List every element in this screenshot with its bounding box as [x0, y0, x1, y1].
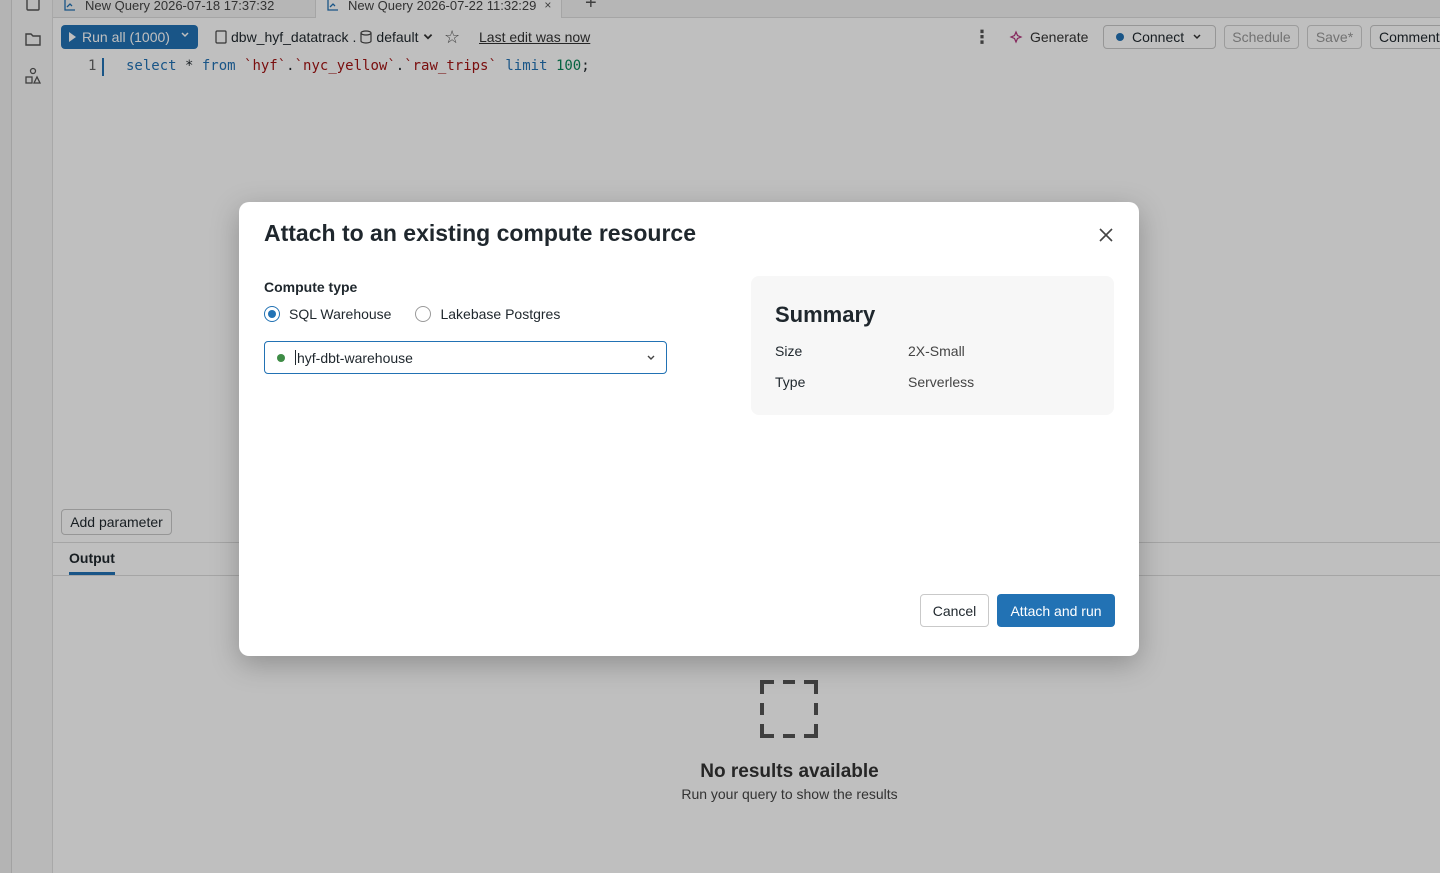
warehouse-select[interactable]: hyf-dbt-warehouse	[264, 341, 667, 374]
summary-type-label: Type	[775, 374, 806, 390]
status-dot	[277, 353, 285, 362]
summary-size-label: Size	[775, 343, 803, 359]
radio-sql-warehouse[interactable]: SQL Warehouse	[264, 306, 391, 322]
summary-size-value: 2X-Small	[908, 343, 965, 359]
radio-button[interactable]	[415, 306, 432, 322]
summary-title: Summary	[775, 302, 876, 327]
close-icon[interactable]	[1097, 226, 1115, 244]
attach-compute-dialog: Attach to an existing compute resource C…	[239, 202, 1139, 656]
text-cursor	[295, 350, 296, 365]
summary-type-value: Serverless	[908, 374, 975, 390]
dialog-title: Attach to an existing compute resource	[264, 220, 696, 246]
attach-and-run-button[interactable]: Attach and run	[997, 594, 1115, 627]
cancel-button[interactable]: Cancel	[920, 594, 989, 627]
summary-panel: Summary Size 2X-Small Type Serverless	[751, 276, 1114, 415]
compute-type-label: Compute type	[264, 279, 358, 295]
chevron-down-icon[interactable]	[646, 353, 656, 363]
radio-lakebase-postgres[interactable]: Lakebase Postgres	[415, 306, 560, 322]
warehouse-select-value: hyf-dbt-warehouse	[297, 349, 413, 366]
radio-button[interactable]	[264, 306, 280, 322]
radio-label: SQL Warehouse	[289, 306, 392, 322]
radio-label: Lakebase Postgres	[440, 306, 561, 322]
compute-type-radio-group: SQL Warehouse Lakebase Postgres	[264, 306, 584, 322]
